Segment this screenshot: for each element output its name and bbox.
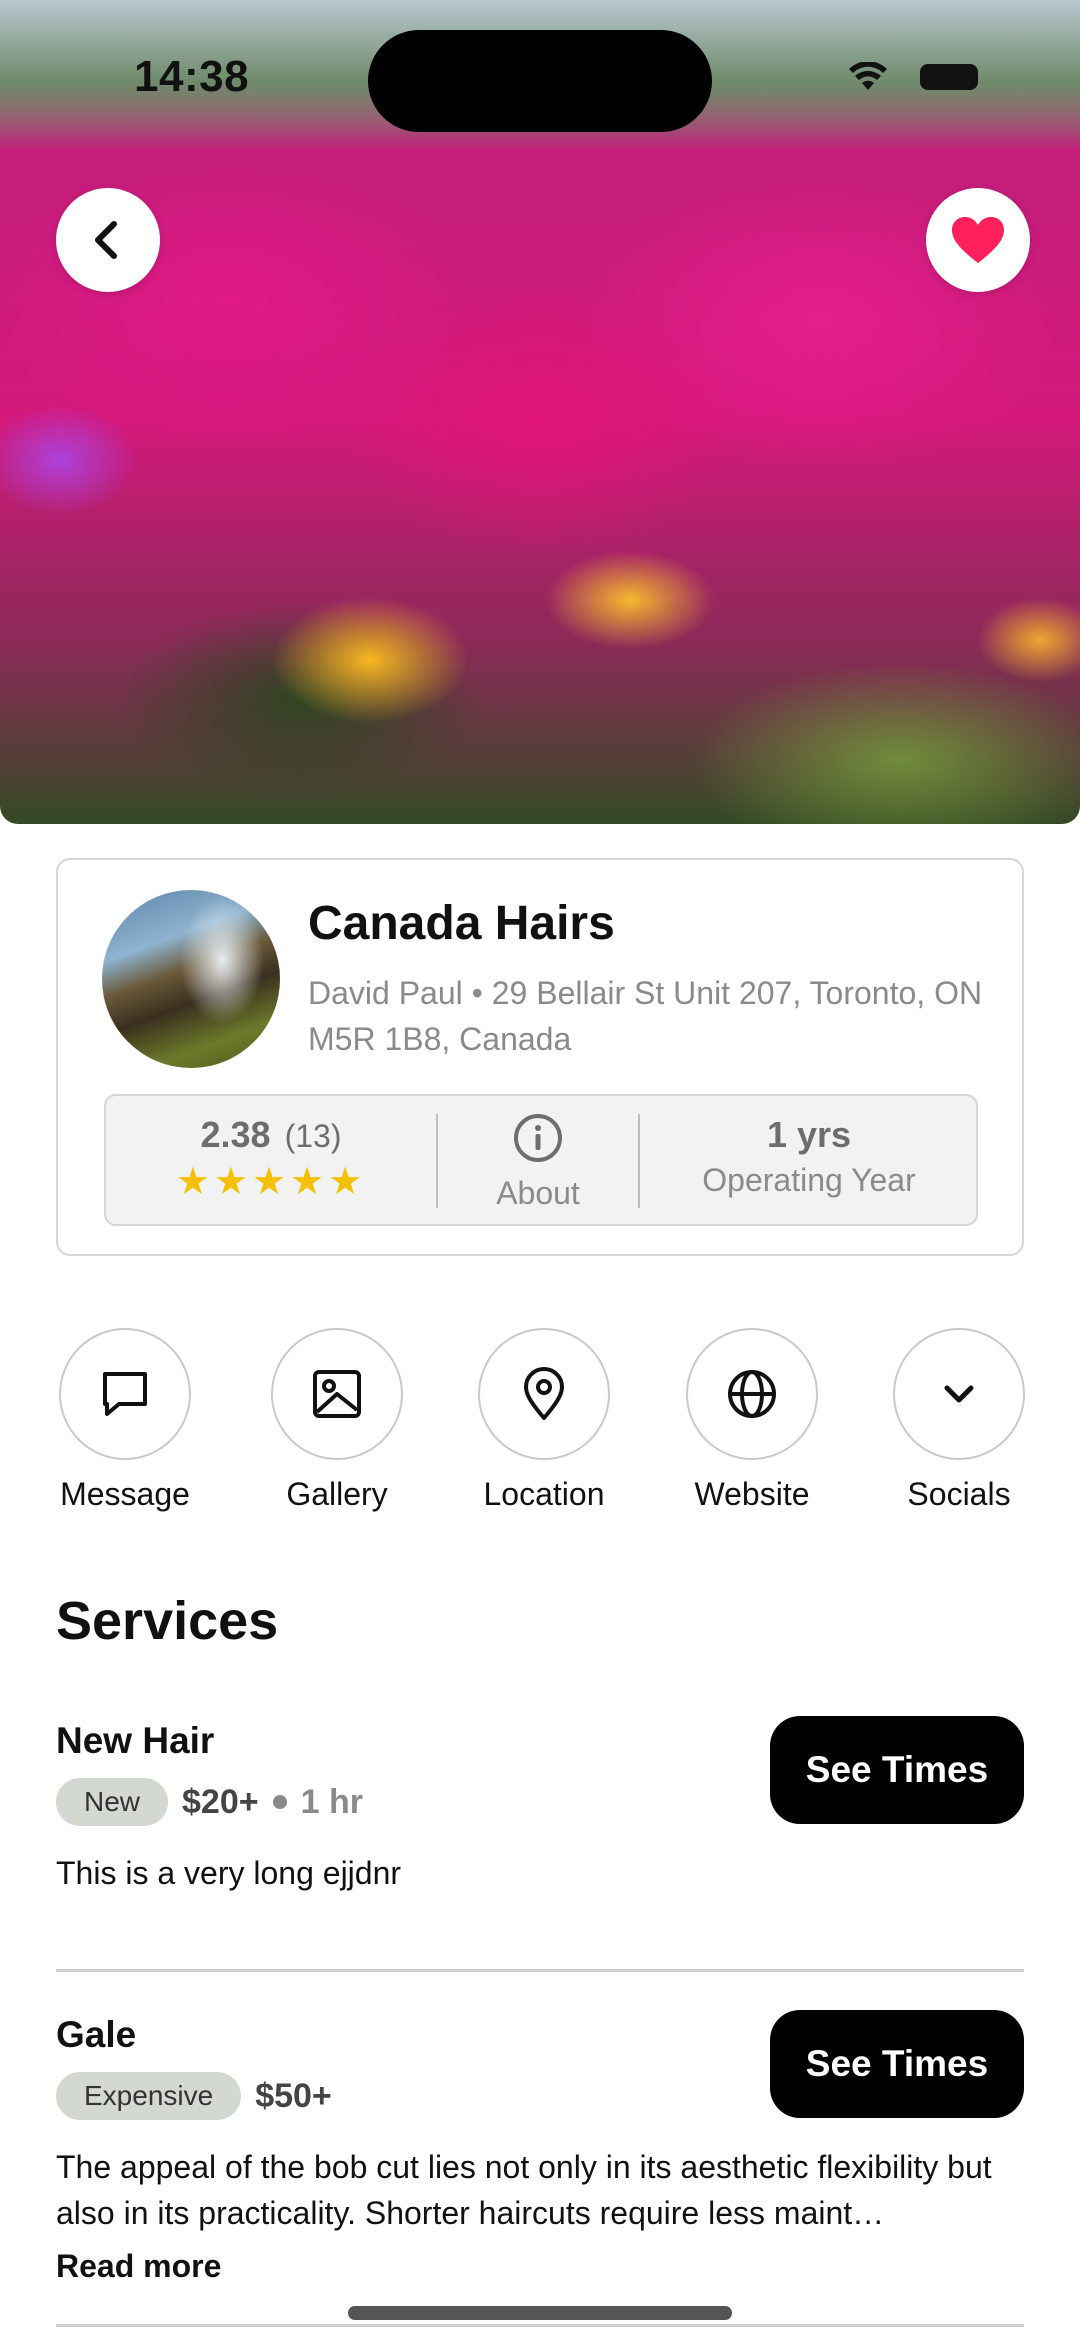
service-price: $50+ (255, 2076, 332, 2115)
battery-icon (920, 64, 978, 90)
chevron-left-icon (95, 221, 117, 259)
rating-value: 2.38 (200, 1114, 271, 1155)
gallery-label: Gallery (286, 1476, 388, 1512)
service-duration: 1 hr (300, 1782, 363, 1821)
website-action[interactable]: Website (652, 1328, 852, 1513)
service-price: $20+ (182, 1782, 259, 1821)
service-divider (56, 2324, 1024, 2327)
service-description: The appeal of the bob cut lies not only … (56, 2149, 992, 2231)
service-divider (56, 1969, 1024, 1972)
business-name: Canada Hairs (308, 897, 615, 950)
rating-count: (13) (284, 1118, 342, 1154)
location-action[interactable]: Location (444, 1328, 644, 1513)
socials-label: Socials (907, 1476, 1011, 1512)
read-more-link[interactable]: Read more (56, 2248, 1024, 2285)
back-button[interactable] (56, 188, 160, 292)
years-stat: 1 yrs Operating Year (640, 1096, 978, 1228)
chevron-down-icon (944, 1385, 974, 1403)
stats-bar: 2.38 (13) ★★★★★ About 1 yrs Operating Ye… (104, 1094, 978, 1226)
rating-stat[interactable]: 2.38 (13) ★★★★★ (106, 1096, 436, 1228)
info-icon (514, 1114, 562, 1162)
home-indicator[interactable] (348, 2306, 732, 2320)
website-label: Website (694, 1476, 810, 1512)
separator-dot (272, 1795, 287, 1809)
rating-stars: ★★★★★ (175, 1161, 367, 1203)
see-times-button[interactable]: See Times (770, 1716, 1024, 1824)
service-description: This is a very long ejjdnr (56, 1855, 402, 1891)
socials-action[interactable]: Socials (859, 1328, 1059, 1513)
about-stat[interactable]: About (438, 1096, 638, 1228)
years-label: Operating Year (702, 1162, 916, 1198)
message-action[interactable]: Message (25, 1328, 225, 1513)
service-item: Gale Expensive $50+ The appeal of the bo… (56, 2010, 1024, 2285)
image-icon (313, 1370, 361, 1418)
heart-icon (952, 217, 1004, 263)
message-icon (103, 1372, 147, 1416)
location-label: Location (483, 1476, 605, 1512)
services-heading: Services (56, 1591, 279, 1651)
business-address: David Paul • 29 Bellair St Unit 207, Tor… (308, 975, 983, 1057)
service-badge: New (56, 1778, 169, 1826)
service-item: New Hair New $20+ 1 hr This is a very lo… (56, 1716, 1024, 1896)
gallery-action[interactable]: Gallery (237, 1328, 437, 1513)
about-label: About (496, 1175, 580, 1211)
business-card: Canada Hairs David Paul • 29 Bellair St … (56, 858, 1024, 1256)
years-value: 1 yrs (766, 1114, 852, 1155)
see-times-button[interactable]: See Times (770, 2010, 1024, 2118)
status-time: 14:38 (134, 52, 250, 101)
favorite-button[interactable] (926, 188, 1030, 292)
service-badge: Expensive (56, 2072, 242, 2120)
business-avatar (102, 890, 280, 1068)
wifi-icon (849, 62, 887, 90)
dynamic-island (368, 30, 712, 132)
message-label: Message (60, 1476, 190, 1512)
globe-icon (728, 1370, 776, 1418)
map-pin-icon (524, 1367, 564, 1420)
